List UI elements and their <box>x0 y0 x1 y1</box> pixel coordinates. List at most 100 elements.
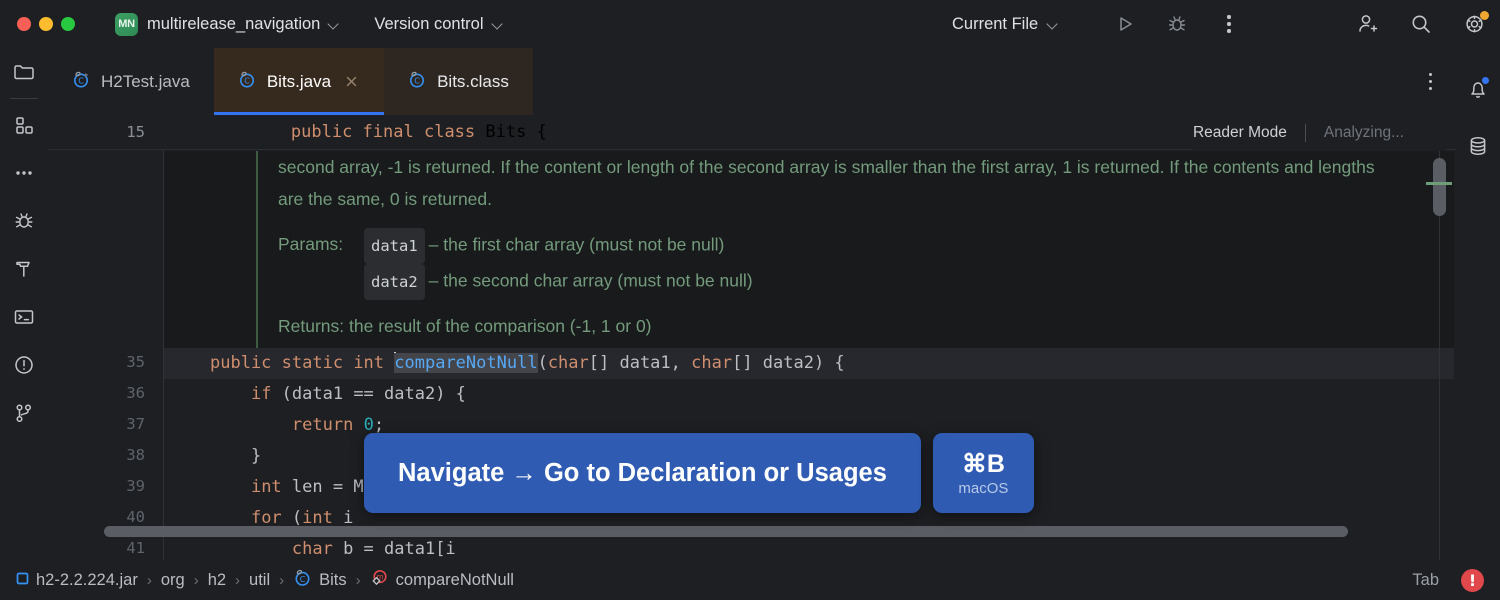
sidebar-item-problems[interactable] <box>0 341 48 389</box>
token: int <box>302 508 333 528</box>
breadcrumb-item-util[interactable]: util <box>249 571 270 590</box>
close-window-button[interactable] <box>17 17 31 31</box>
token: (data1 == data2) { <box>271 384 466 404</box>
popup-action-label: Navigate → Go to Declaration or Usages <box>364 433 921 513</box>
sidebar-item-database[interactable] <box>1456 118 1500 174</box>
breadcrumb-item-method[interactable]: m compareNotNull <box>370 568 514 592</box>
line-number: 39 <box>126 477 145 495</box>
sidebar-item-notifications[interactable] <box>1456 62 1500 118</box>
javadoc-param-entry: data1– the first char array (must not be… <box>364 228 724 264</box>
add-user-icon[interactable] <box>1354 11 1380 37</box>
identifier-under-caret: compareNotNull <box>394 353 538 373</box>
token: class <box>423 122 486 142</box>
token: return <box>291 415 354 435</box>
breadcrumb-item-jar[interactable]: h2-2.2.224.jar <box>16 571 138 590</box>
version-control-widget[interactable]: Version control <box>374 15 503 34</box>
editor-tab-label: Bits.class <box>437 71 509 91</box>
editor-tab-h2test[interactable]: C H2Test.java <box>48 48 214 115</box>
editor-tab-options-icon[interactable] <box>1428 48 1432 115</box>
project-selector[interactable]: MN multirelease_navigation <box>115 12 340 36</box>
version-control-label: Version control <box>374 14 484 33</box>
sidebar-item-more[interactable] <box>0 149 48 197</box>
line-number: 41 <box>126 539 145 557</box>
line-number: 38 <box>126 446 145 464</box>
debug-icon[interactable] <box>1164 11 1190 37</box>
breadcrumb-label: h2-2.2.224.jar <box>36 570 138 589</box>
search-icon[interactable] <box>1408 11 1434 37</box>
svg-text:C: C <box>300 575 306 584</box>
svg-text:C: C <box>78 76 84 85</box>
left-tool-strip <box>0 48 48 560</box>
sidebar-item-project[interactable] <box>0 48 48 96</box>
java-class-icon: C <box>238 70 257 94</box>
breadcrumb-item-class[interactable]: C Bits <box>293 568 347 592</box>
javadoc-params-row: data2– the second char array (must not b… <box>278 264 1378 300</box>
editor-tab-bits-class[interactable]: C Bits.class <box>384 48 533 115</box>
line-number: 35 <box>126 353 145 371</box>
settings-icon[interactable] <box>1462 11 1489 37</box>
sidebar-item-terminal[interactable] <box>0 293 48 341</box>
token: ; <box>373 415 385 435</box>
editor-tab-label: Bits.java <box>266 71 332 91</box>
rendered-javadoc[interactable]: second array, -1 is returned. If the con… <box>164 151 1454 348</box>
horizontal-scrollbar-thumb[interactable] <box>104 526 1348 537</box>
run-icon[interactable] <box>1112 11 1138 37</box>
line-number: 36 <box>126 384 145 402</box>
title-bar-right-actions <box>1354 0 1489 48</box>
run-toolbar <box>1112 0 1242 48</box>
maximize-window-button[interactable] <box>61 17 75 31</box>
right-tool-strip <box>1456 48 1500 560</box>
sidebar-item-build[interactable] <box>0 245 48 293</box>
window-controls[interactable] <box>17 17 75 31</box>
token: b = data1[i <box>332 539 456 559</box>
scrollbar-change-marker <box>1426 182 1452 185</box>
javadoc-marker <box>256 151 258 348</box>
javadoc-params-row: Params: data1– the first char array (mus… <box>278 228 1378 264</box>
token: i <box>332 508 354 528</box>
error-badge[interactable]: ! <box>1461 568 1484 592</box>
popup-shortcut-keys: ⌘B <box>961 450 1005 478</box>
javadoc-params-label: Params: <box>278 234 344 254</box>
breadcrumb-item-org[interactable]: org <box>161 571 185 590</box>
ide-window: MN multirelease_navigation Version contr… <box>0 0 1500 600</box>
token: len = M <box>281 477 364 497</box>
close-tab-icon[interactable] <box>343 73 360 90</box>
vertical-scrollbar-thumb[interactable] <box>1433 158 1446 216</box>
sidebar-item-structure[interactable] <box>0 101 48 149</box>
indent-mode-widget[interactable]: Tab <box>1412 571 1439 590</box>
breadcrumb-item-h2[interactable]: h2 <box>208 571 226 590</box>
sidebar-item-debug[interactable] <box>0 197 48 245</box>
more-options-icon[interactable] <box>1216 11 1242 37</box>
token: } <box>210 446 262 466</box>
run-configuration-selector[interactable]: Current File <box>952 0 1059 48</box>
code-line[interactable]: char b = data1[i <box>164 534 1454 560</box>
token: char <box>691 353 733 373</box>
token: 0 <box>363 415 374 435</box>
code-line[interactable]: public static int compareNotNull(char[] … <box>164 348 1454 379</box>
line-number: 37 <box>126 415 145 433</box>
editor-status-strip: Reader Mode Analyzing... <box>1192 115 1446 150</box>
token: [] data2) { <box>732 353 845 373</box>
breadcrumb-label: compareNotNull <box>395 570 514 589</box>
javadoc-param-name: data1 <box>364 228 425 264</box>
divider <box>1304 123 1306 142</box>
chevron-down-icon <box>1048 19 1059 30</box>
token: final <box>362 122 424 142</box>
code-line[interactable]: if (data1 == data2) { <box>164 379 1454 410</box>
sticky-line-code: public final class Bits { <box>163 115 547 162</box>
sidebar-item-version-control[interactable] <box>0 389 48 437</box>
popup-shortcut-card: ⌘B macOS <box>932 433 1034 513</box>
chevron-down-icon <box>493 19 504 30</box>
minimize-window-button[interactable] <box>39 17 53 31</box>
editor-tab-bits-java[interactable]: C Bits.java <box>213 48 385 115</box>
run-configuration-label: Current File <box>952 14 1039 33</box>
editor-gutter[interactable]: 35 36 37 38 39 40 41 <box>48 150 163 560</box>
status-bar-right: Tab ! <box>1412 568 1484 592</box>
token: char <box>291 539 333 559</box>
reader-mode-label[interactable]: Reader Mode <box>1193 124 1287 142</box>
breadcrumb-separator: › <box>193 571 199 589</box>
